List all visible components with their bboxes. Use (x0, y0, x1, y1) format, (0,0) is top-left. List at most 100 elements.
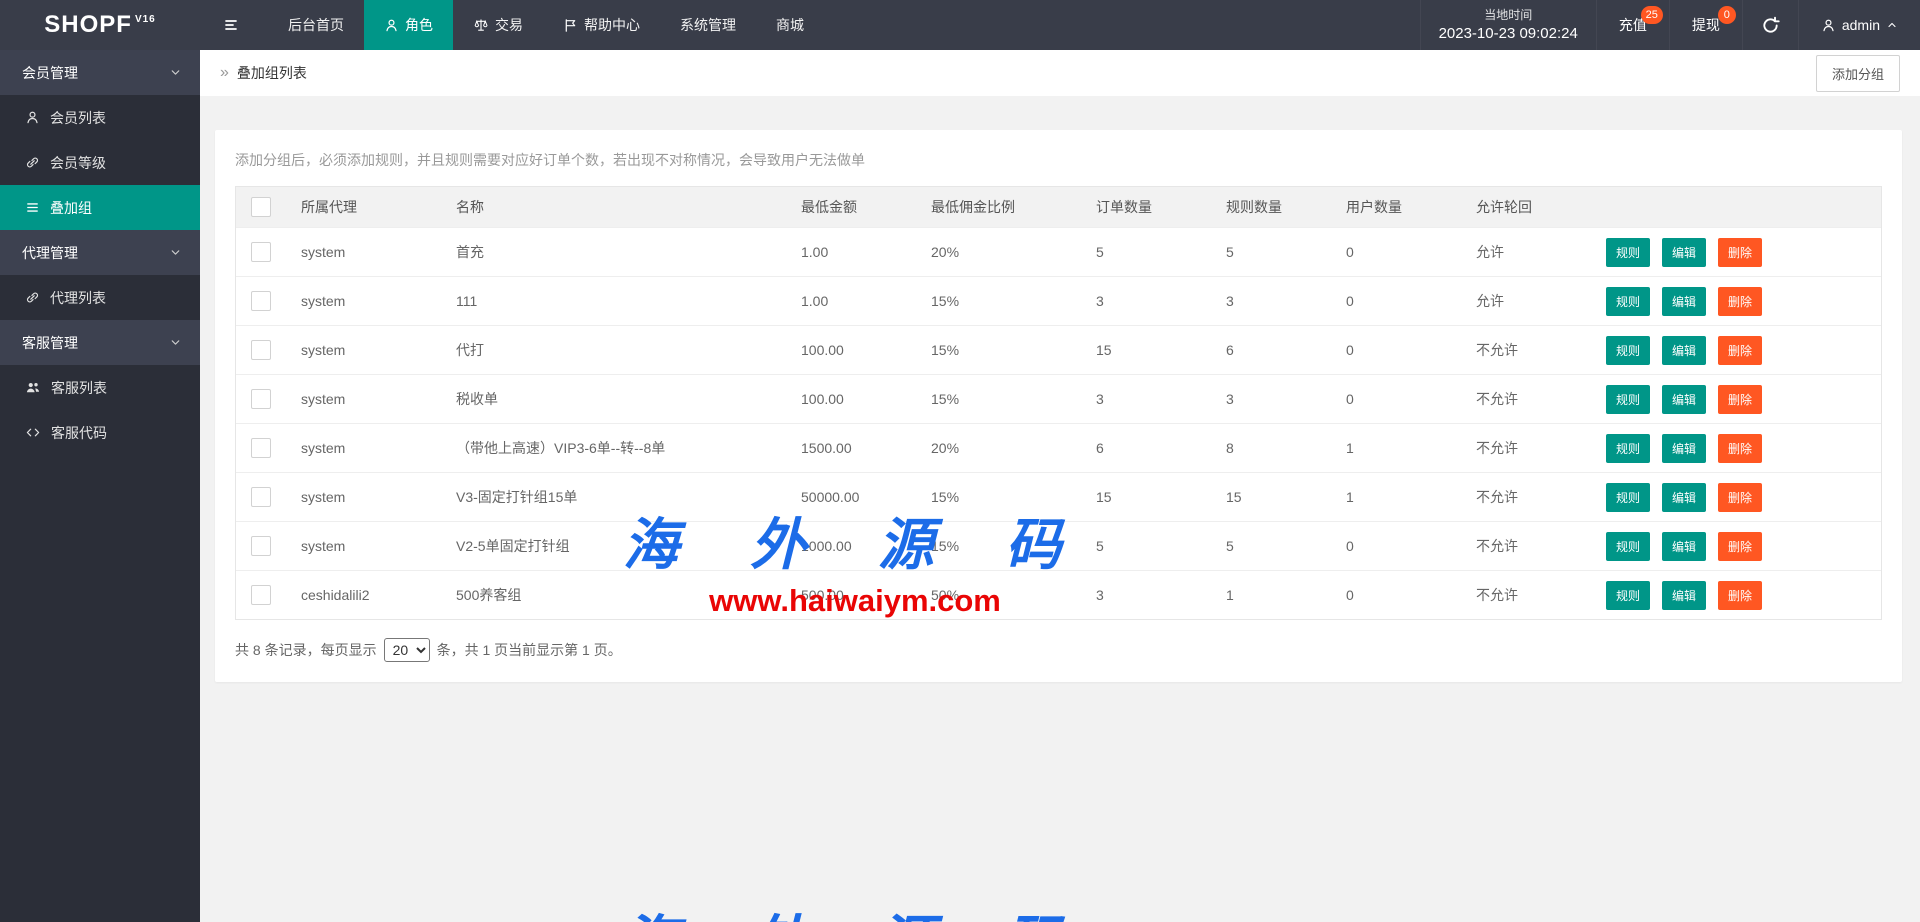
edit-button[interactable]: 编辑 (1662, 238, 1706, 267)
row-checkbox[interactable] (251, 389, 271, 409)
delete-button[interactable]: 删除 (1718, 336, 1762, 365)
cell-agent: ceshidalili2 (286, 587, 441, 603)
table-row: ceshidalili2500养客组500.0050%310不允许规则编辑删除 (236, 570, 1881, 619)
list-icon (25, 200, 40, 215)
cell-name: 代打 (441, 340, 786, 360)
cell-amount: 1500.00 (786, 440, 916, 456)
row-checkbox[interactable] (251, 242, 271, 262)
row-actions: 规则编辑删除 (1591, 483, 1881, 512)
sidebar-toggle-button[interactable] (200, 0, 268, 50)
tab-roles[interactable]: 角色 (364, 0, 453, 50)
cell-name: （带他上高速）VIP3-6单--转--8单 (441, 438, 786, 458)
cell-ratio: 20% (916, 440, 1081, 456)
row-checkbox[interactable] (251, 536, 271, 556)
row-actions: 规则编辑删除 (1591, 287, 1881, 316)
edit-button[interactable]: 编辑 (1662, 336, 1706, 365)
cell-ratio: 15% (916, 342, 1081, 358)
row-checkbox[interactable] (251, 340, 271, 360)
delete-button[interactable]: 删除 (1718, 287, 1762, 316)
row-checkbox-cell (236, 536, 286, 556)
cell-cycle: 不允许 (1461, 585, 1591, 605)
user-menu[interactable]: admin (1798, 0, 1920, 50)
edit-button[interactable]: 编辑 (1662, 434, 1706, 463)
user-icon (25, 110, 40, 125)
cell-rules: 8 (1211, 440, 1331, 456)
cell-agent: system (286, 489, 441, 505)
code-icon (25, 425, 41, 440)
cell-ratio: 15% (916, 293, 1081, 309)
page-size-select[interactable]: 20 (384, 638, 430, 662)
column-header-ratio: 最低佣金比例 (916, 197, 1081, 217)
sidebar-item-member-list[interactable]: 会员列表 (0, 95, 200, 140)
sidebar-item-stack-group[interactable]: 叠加组 (0, 185, 200, 230)
sidebar-item-service-list[interactable]: 客服列表 (0, 365, 200, 410)
sidebar-item-service-code[interactable]: 客服代码 (0, 410, 200, 455)
select-all-cell (236, 197, 286, 217)
tab-mall[interactable]: 商城 (756, 0, 824, 50)
sidebar-group-agent-mgmt[interactable]: 代理管理 (0, 230, 200, 275)
sidebar-item-member-level[interactable]: 会员等级 (0, 140, 200, 185)
row-checkbox[interactable] (251, 487, 271, 507)
edit-button[interactable]: 编辑 (1662, 483, 1706, 512)
tab-system[interactable]: 系统管理 (660, 0, 756, 50)
delete-button[interactable]: 删除 (1718, 483, 1762, 512)
edit-button[interactable]: 编辑 (1662, 581, 1706, 610)
edit-button[interactable]: 编辑 (1662, 532, 1706, 561)
sidebar-group-service-mgmt[interactable]: 客服管理 (0, 320, 200, 365)
delete-button[interactable]: 删除 (1718, 532, 1762, 561)
delete-button[interactable]: 删除 (1718, 238, 1762, 267)
edit-button[interactable]: 编辑 (1662, 287, 1706, 316)
select-all-checkbox[interactable] (251, 197, 271, 217)
chevron-up-icon (1886, 19, 1898, 31)
withdraw-button[interactable]: 提现 0 (1669, 0, 1742, 50)
breadcrumb-separator: » (220, 64, 229, 82)
tab-trade[interactable]: 交易 (453, 0, 543, 50)
rules-button[interactable]: 规则 (1606, 581, 1650, 610)
row-actions: 规则编辑删除 (1591, 434, 1881, 463)
recharge-button[interactable]: 充值 25 (1596, 0, 1669, 50)
rules-button[interactable]: 规则 (1606, 434, 1650, 463)
rules-button[interactable]: 规则 (1606, 238, 1650, 267)
delete-button[interactable]: 删除 (1718, 385, 1762, 414)
rules-button[interactable]: 规则 (1606, 532, 1650, 561)
rules-button[interactable]: 规则 (1606, 483, 1650, 512)
row-checkbox-cell (236, 585, 286, 605)
cell-users: 0 (1331, 293, 1461, 309)
add-group-button[interactable]: 添加分组 (1816, 55, 1900, 92)
sidebar-group-member-mgmt[interactable]: 会员管理 (0, 50, 200, 95)
rules-button[interactable]: 规则 (1606, 336, 1650, 365)
chevron-down-icon (169, 336, 182, 349)
edit-button[interactable]: 编辑 (1662, 385, 1706, 414)
flag-icon (563, 18, 578, 33)
cell-name: 首充 (441, 242, 786, 262)
row-checkbox[interactable] (251, 438, 271, 458)
cell-agent: system (286, 293, 441, 309)
cell-orders: 15 (1081, 342, 1211, 358)
delete-button[interactable]: 删除 (1718, 581, 1762, 610)
table-row: systemV3-固定打针组15单50000.0015%15151不允许规则编辑… (236, 472, 1881, 521)
link-icon (25, 155, 40, 170)
groups-table: 所属代理名称最低金额最低佣金比例订单数量规则数量用户数量允许轮回 system首… (235, 186, 1882, 620)
cell-agent: system (286, 538, 441, 554)
row-checkbox[interactable] (251, 291, 271, 311)
row-checkbox[interactable] (251, 585, 271, 605)
cell-users: 0 (1331, 244, 1461, 260)
cell-name: V2-5单固定打针组 (441, 536, 786, 556)
rules-button[interactable]: 规则 (1606, 385, 1650, 414)
tab-help-center[interactable]: 帮助中心 (543, 0, 660, 50)
tab-dashboard[interactable]: 后台首页 (268, 0, 364, 50)
cell-orders: 3 (1081, 293, 1211, 309)
content-panel: 添加分组后，必须添加规则，并且规则需要对应好订单个数，若出现不对称情况，会导致用… (215, 130, 1902, 682)
pagination-prefix: 共 8 条记录，每页显示 (235, 640, 377, 660)
sidebar-item-agent-list[interactable]: 代理列表 (0, 275, 200, 320)
main-content: » 叠加组列表 添加分组 添加分组后，必须添加规则，并且规则需要对应好订单个数，… (200, 50, 1920, 922)
delete-button[interactable]: 删除 (1718, 434, 1762, 463)
refresh-button[interactable] (1742, 0, 1798, 50)
row-actions: 规则编辑删除 (1591, 532, 1881, 561)
table-row: system代打100.0015%1560不允许规则编辑删除 (236, 325, 1881, 374)
column-header-amount: 最低金额 (786, 197, 916, 217)
cell-rules: 15 (1211, 489, 1331, 505)
column-header-name: 名称 (441, 197, 786, 217)
user-icon (384, 18, 399, 33)
rules-button[interactable]: 规则 (1606, 287, 1650, 316)
